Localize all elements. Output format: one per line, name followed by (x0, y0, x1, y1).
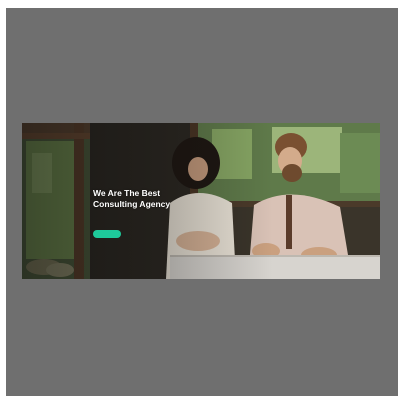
hero-cta-button[interactable] (93, 230, 121, 238)
hero-title: We Are The Best Consulting Agency (93, 188, 171, 209)
hero-banner: We Are The Best Consulting Agency (22, 123, 380, 279)
hero-description (93, 213, 185, 223)
hero-text-block: We Are The Best Consulting Agency (93, 188, 233, 223)
